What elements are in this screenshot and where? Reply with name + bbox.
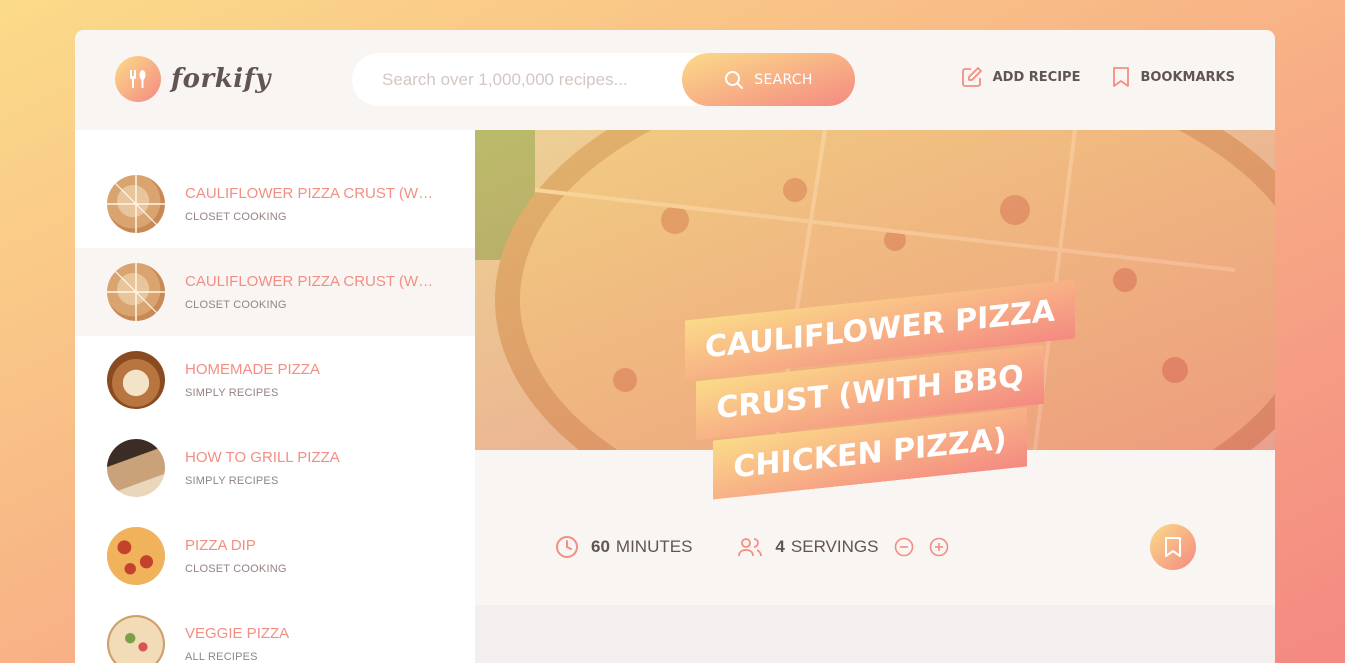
bookmarks-label: Bookmarks	[1140, 69, 1235, 85]
users-icon	[738, 538, 763, 557]
result-publisher: Closet Cooking	[185, 563, 287, 575]
recipe-title: Cauliflower Pizza Crust (with BBQ Chicke…	[685, 279, 1075, 504]
result-item[interactable]: Homemade Pizza Simply Recipes	[75, 336, 475, 424]
edit-icon	[961, 67, 982, 87]
cooking-time-value: 60	[591, 537, 610, 556]
result-title: Veggie Pizza	[185, 625, 290, 642]
clock-icon	[556, 536, 578, 558]
recipe-thumbnail	[107, 527, 165, 585]
result-item[interactable]: Pizza Dip Closet Cooking	[75, 512, 475, 600]
result-item-active[interactable]: Cauliflower Pizza Crust (with BBQ Chicke…	[75, 248, 475, 336]
result-item[interactable]: Cauliflower Pizza Crust (with BBQ Chicke…	[75, 160, 475, 248]
recipe-thumbnail	[107, 615, 165, 663]
result-publisher: Closet Cooking	[185, 211, 287, 223]
header: forkify Search Add recipe	[75, 30, 1275, 130]
result-title: Homemade Pizza	[185, 361, 321, 378]
recipe-thumbnail	[107, 263, 165, 321]
recipe-thumbnail	[107, 351, 165, 409]
ingredients-section	[475, 605, 1275, 663]
result-item[interactable]: Veggie Pizza All Recipes	[75, 600, 475, 663]
app-container: forkify Search Add recipe	[75, 30, 1275, 663]
cooking-time-unit: minutes	[615, 537, 693, 556]
search-button-label: Search	[754, 71, 813, 88]
plus-circle-icon[interactable]	[929, 537, 949, 557]
search-form: Search	[352, 53, 855, 106]
bookmark-icon	[1165, 537, 1181, 557]
result-item[interactable]: How to Grill Pizza Simply Recipes	[75, 424, 475, 512]
recipe-title-text: Cauliflower Pizza Crust (with BBQ Chicke…	[685, 279, 1075, 500]
recipe-thumbnail	[107, 175, 165, 233]
servings: 4 servings	[737, 535, 961, 559]
bookmark-icon	[1113, 67, 1130, 87]
cooking-time: 60 minutes	[555, 535, 692, 559]
bookmarks-button[interactable]: Bookmarks	[1112, 66, 1235, 88]
recipe-details: 60 minutes 4 servings	[555, 530, 1195, 564]
search-results: Cauliflower Pizza Crust (with BBQ Chicke…	[75, 130, 475, 663]
search-button[interactable]: Search	[682, 53, 855, 106]
servings-unit: servings	[790, 537, 879, 556]
result-title: Cauliflower Pizza Crust (with BBQ Chicke…	[185, 273, 437, 290]
result-title: Cauliflower Pizza Crust (with BBQ Chicke…	[185, 185, 437, 202]
search-icon	[725, 70, 744, 89]
add-recipe-button[interactable]: Add recipe	[961, 66, 1081, 88]
add-recipe-label: Add recipe	[992, 69, 1081, 85]
fork-icon	[115, 56, 161, 102]
main-nav: Add recipe Bookmarks	[961, 66, 1235, 88]
minus-circle-icon[interactable]	[894, 537, 914, 557]
result-title: Pizza Dip	[185, 537, 256, 554]
result-title: How to Grill Pizza	[185, 449, 340, 466]
result-publisher: Closet Cooking	[185, 299, 287, 311]
recipe-view: Cauliflower Pizza Crust (with BBQ Chicke…	[475, 130, 1275, 663]
result-publisher: All Recipes	[185, 651, 258, 663]
servings-controls	[894, 537, 961, 557]
result-publisher: Simply Recipes	[185, 475, 279, 487]
servings-value: 4	[775, 537, 785, 556]
bookmark-recipe-button[interactable]	[1150, 524, 1196, 570]
search-input[interactable]	[382, 69, 682, 90]
logo-text: forkify	[171, 64, 271, 94]
logo[interactable]: forkify	[115, 56, 271, 102]
result-publisher: Simply Recipes	[185, 387, 279, 399]
recipe-thumbnail	[107, 439, 165, 497]
